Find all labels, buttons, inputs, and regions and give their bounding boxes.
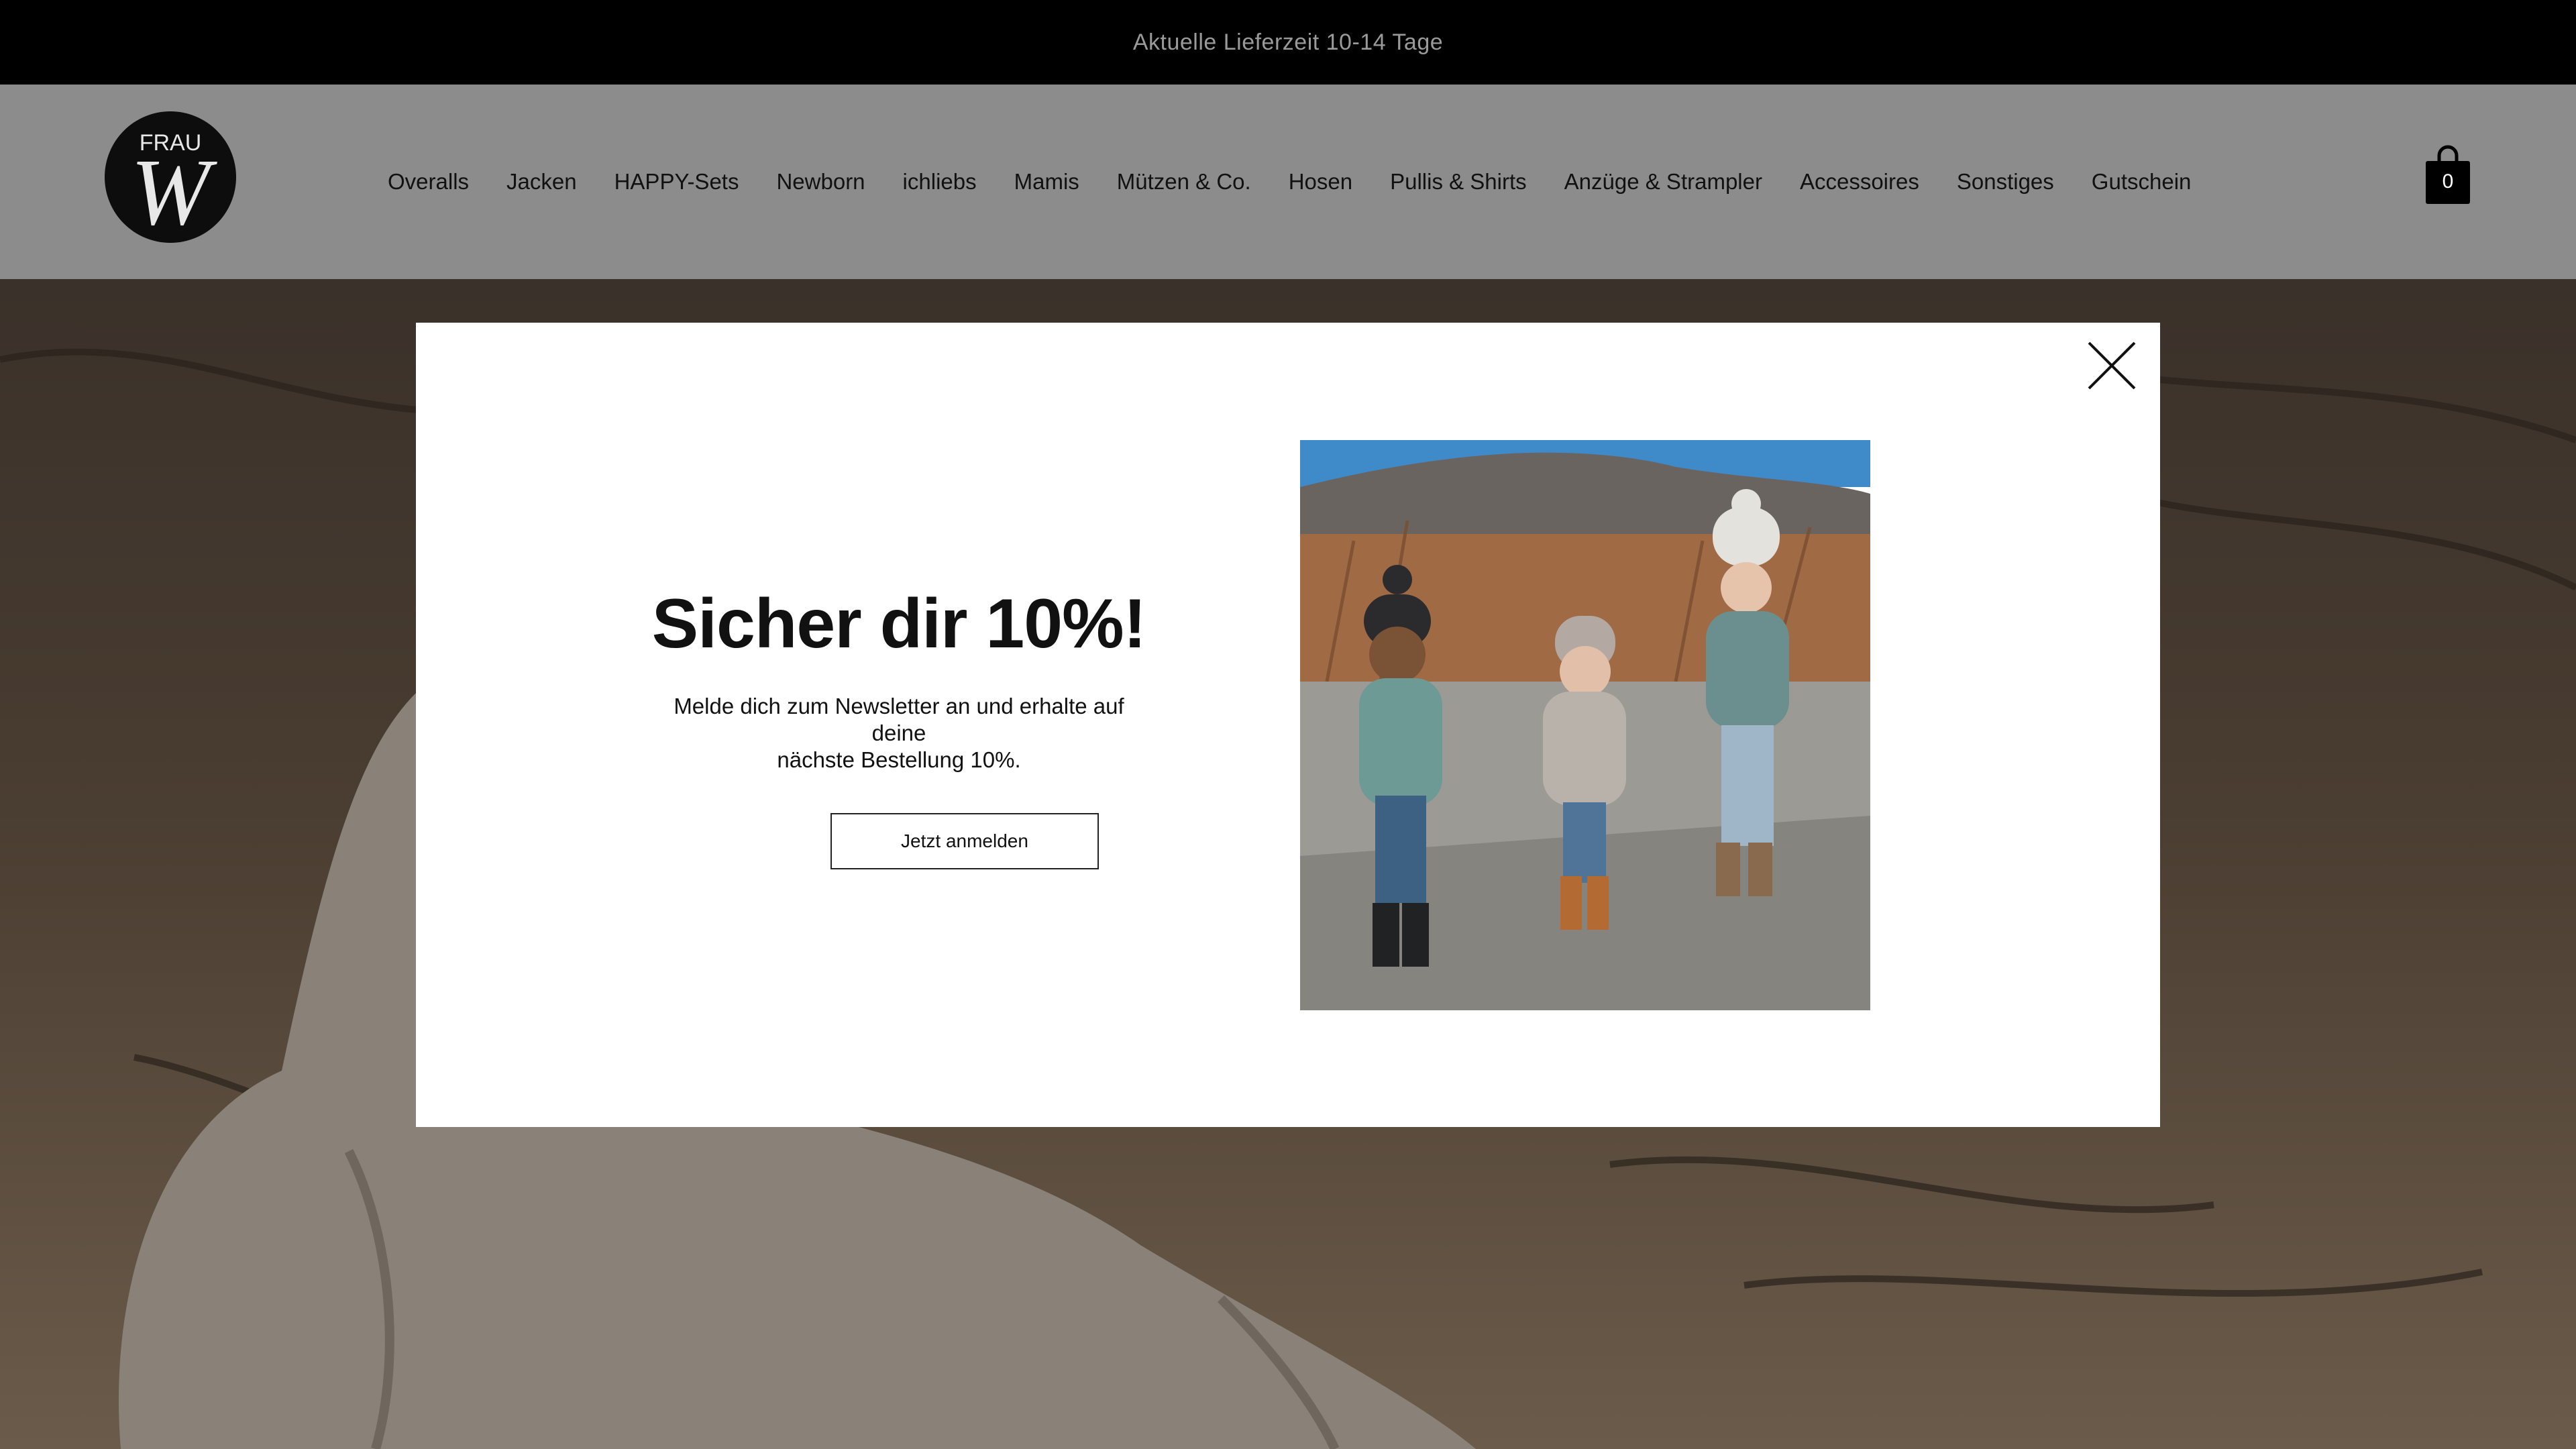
nav-item-pullis-shirts[interactable]: Pullis & Shirts	[1390, 169, 1527, 195]
logo-letter: W	[131, 139, 218, 243]
popup-description: Melde dich zum Newsletter an und erhalte…	[671, 693, 1127, 773]
nav-item-overalls[interactable]: Overalls	[388, 169, 469, 195]
nav-item-hosen[interactable]: Hosen	[1289, 169, 1352, 195]
cart-count: 0	[2442, 170, 2454, 193]
logo-graphic: FRAU W	[131, 130, 218, 243]
nav-item-sonstiges[interactable]: Sonstiges	[1957, 169, 2054, 195]
frau-w-logo[interactable]: FRAU W	[105, 111, 236, 243]
nav-item-mamis[interactable]: Mamis	[1014, 169, 1079, 195]
popup-photo-children	[1300, 440, 1870, 1010]
cart-button[interactable]: 0	[2424, 144, 2471, 205]
site-header: FRAU W Overalls Jacken HAPPY-Sets Newbor…	[0, 85, 2576, 279]
nav-item-anzuege-strampler[interactable]: Anzüge & Strampler	[1564, 169, 1762, 195]
popup-description-line-2: nächste Bestellung 10%.	[777, 747, 1021, 772]
newsletter-popup: Sicher dir 10%! Melde dich zum Newslette…	[416, 323, 2160, 1127]
main-navigation: Overalls Jacken HAPPY-Sets Newborn ichli…	[369, 85, 2210, 279]
nav-item-jacken[interactable]: Jacken	[506, 169, 577, 195]
close-icon	[2088, 341, 2136, 390]
signup-button[interactable]: Jetzt anmelden	[830, 813, 1099, 869]
popup-headline: Sicher dir 10%!	[651, 585, 1146, 663]
nav-item-ichliebs[interactable]: ichliebs	[903, 169, 977, 195]
nav-item-happy-sets[interactable]: HAPPY-Sets	[614, 169, 739, 195]
nav-item-muetzen[interactable]: Mützen & Co.	[1117, 169, 1251, 195]
nav-item-newborn[interactable]: Newborn	[776, 169, 865, 195]
children-photo	[1300, 440, 1870, 1010]
delivery-time-text: Aktuelle Lieferzeit 10-14 Tage	[1132, 29, 1444, 55]
announcement-bar: Aktuelle Lieferzeit 10-14 Tage	[0, 0, 2576, 85]
nav-item-gutschein[interactable]: Gutschein	[2092, 169, 2192, 195]
close-button[interactable]	[2084, 337, 2140, 394]
popup-description-line-1: Melde dich zum Newsletter an und erhalte…	[674, 694, 1124, 745]
nav-item-accessoires[interactable]: Accessoires	[1800, 169, 1919, 195]
